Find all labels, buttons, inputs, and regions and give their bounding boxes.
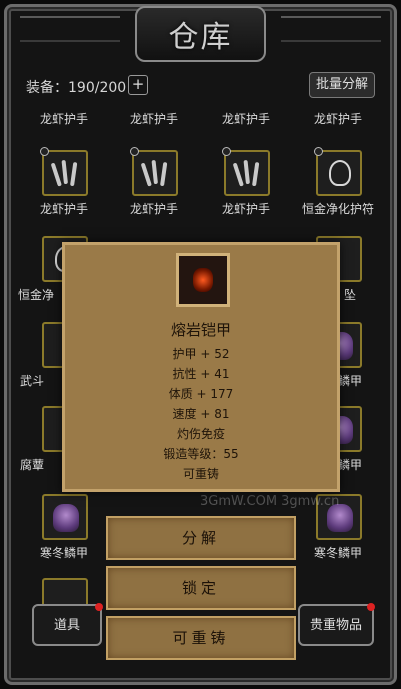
- equip-marker-icon: [40, 147, 49, 156]
- stat-line: 锻造等级：55: [163, 447, 239, 461]
- item-frame: [132, 150, 178, 196]
- notification-dot-icon: [367, 603, 375, 611]
- lock-button[interactable]: 锁定: [106, 566, 296, 610]
- inventory-slot[interactable]: 龙虾护手: [24, 147, 104, 236]
- reforge-button[interactable]: 可重铸: [106, 616, 296, 660]
- item-label: 龙虾护手: [221, 112, 270, 126]
- inventory-slot[interactable]: 寒冬鳞甲: [24, 494, 104, 580]
- item-name: 熔岩铠甲: [170, 321, 231, 339]
- tab-valuables[interactable]: 贵重物品: [298, 603, 375, 646]
- gauntlet-icon: [232, 158, 262, 190]
- tab-items-label: 道具: [53, 618, 80, 633]
- expand-capacity-button[interactable]: +: [128, 75, 148, 95]
- notification-dot-icon: [95, 603, 103, 611]
- tab-valuables-label: 贵重物品: [309, 618, 362, 633]
- lava-armor-icon: [176, 253, 230, 307]
- stat-line: 体质 + 177: [168, 387, 234, 401]
- stat-line: 抗性 + 41: [172, 367, 230, 381]
- watermark: 3GmW.COM 3gmw.cn: [200, 494, 340, 509]
- equip-marker-icon: [314, 147, 323, 156]
- tab-items[interactable]: 道具: [32, 603, 103, 646]
- item-label: 龙虾护手: [39, 202, 88, 216]
- batch-decompose-button[interactable]: 批量分解: [309, 72, 375, 98]
- title-ornament-right: [281, 16, 381, 42]
- item-label: 龙虾护手: [39, 112, 88, 126]
- stat-line: 可重铸: [182, 467, 219, 481]
- capacity-text: 装备：190/200: [26, 80, 127, 96]
- stat-line: 护甲 + 52: [172, 347, 230, 361]
- inventory-slot[interactable]: 恒金净化护符: [298, 147, 378, 236]
- item-frame: [42, 494, 88, 540]
- inventory-slot[interactable]: 龙虾护手: [206, 147, 286, 236]
- item-label: 寒冬鳞甲: [313, 546, 362, 560]
- equip-marker-icon: [222, 147, 231, 156]
- page-title: 仓库: [168, 20, 233, 55]
- item-tooltip: 熔岩铠甲 护甲 + 52 抗性 + 41 体质 + 177 速度 + 81 灼伤…: [62, 242, 340, 492]
- gauntlet-icon: [50, 158, 80, 190]
- armor-icon: [53, 504, 79, 532]
- item-frame: [316, 150, 362, 196]
- title-ornament-left: [20, 16, 120, 42]
- item-label: 寒冬鳞甲: [39, 546, 88, 560]
- item-label: 龙虾护手: [129, 112, 178, 126]
- inventory-slot[interactable]: 龙虾护手: [114, 147, 194, 236]
- item-label: 龙虾护手: [129, 202, 178, 216]
- gauntlet-icon: [140, 158, 170, 190]
- capacity-bar: 装备：190/200 + 批量分解: [26, 72, 375, 100]
- item-frame: [42, 150, 88, 196]
- item-frame: [224, 150, 270, 196]
- inventory-slot[interactable]: 龙虾护手: [114, 100, 194, 146]
- item-label: 龙虾护手: [313, 112, 362, 126]
- stat-line: 灼伤免疫: [176, 427, 225, 441]
- item-label: 鳞甲: [338, 374, 363, 388]
- inventory-slot[interactable]: 龙虾护手: [298, 100, 378, 146]
- amulet-icon: [329, 160, 351, 186]
- inventory-slot[interactable]: 龙虾护手: [206, 100, 286, 146]
- equip-marker-icon: [130, 147, 139, 156]
- stat-line: 速度 + 81: [172, 407, 230, 421]
- inventory-slot[interactable]: 龙虾护手: [24, 100, 104, 146]
- decompose-button[interactable]: 分解: [106, 516, 296, 560]
- item-label: 龙虾护手: [221, 202, 270, 216]
- item-label: 恒金净化护符: [301, 202, 374, 216]
- item-label: 坠: [344, 288, 357, 302]
- item-label: 鳞甲: [338, 458, 363, 472]
